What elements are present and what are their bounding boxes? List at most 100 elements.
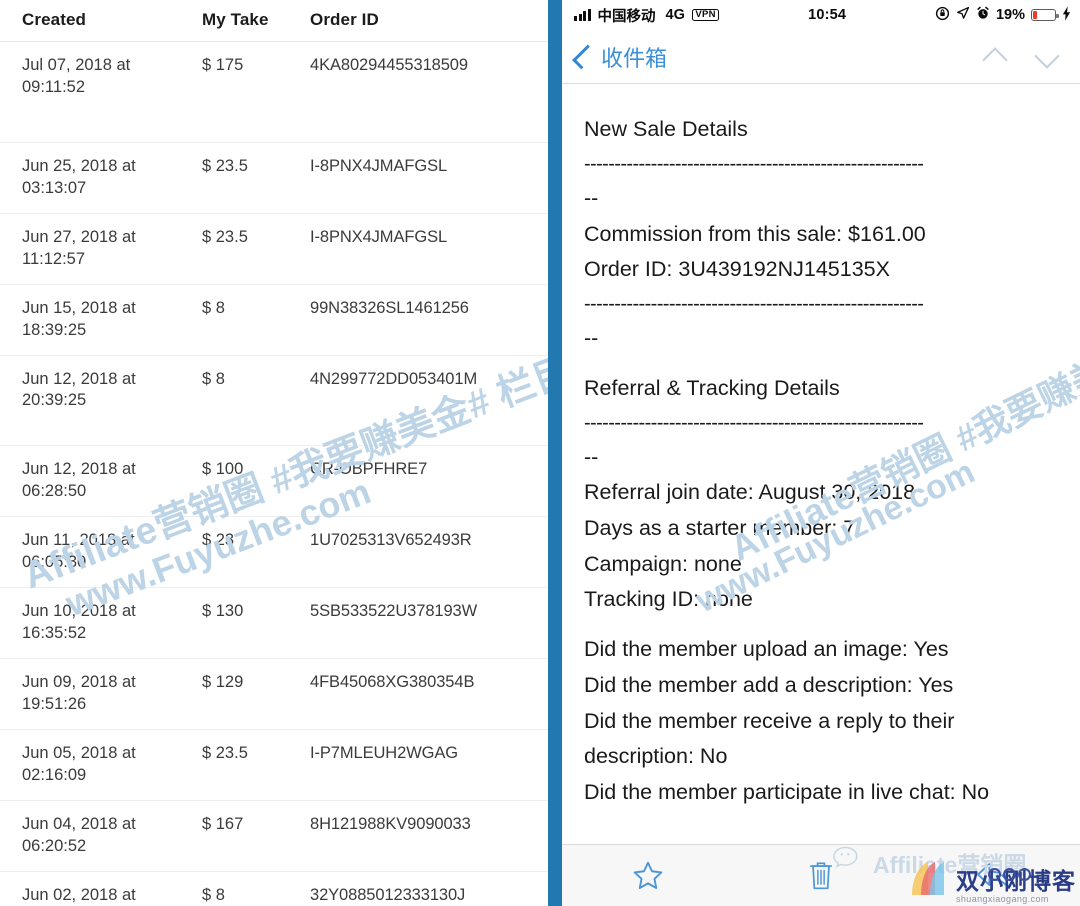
flag-button[interactable] <box>562 845 735 906</box>
mail-lines: New Sale Details ------------------------… <box>584 112 1058 811</box>
screenshot-root: Created My Take Order ID Jul 07, 2018 at… <box>0 0 1080 906</box>
mail-bottom-toolbar: Affiliate营销圈 双小刚博客 shuangxiaogang.com <box>562 844 1080 906</box>
created-time: 03:13:07 <box>22 178 87 197</box>
column-header-order-id[interactable]: Order ID <box>308 0 548 42</box>
created-date: Jun 27, 2018 at <box>22 227 136 246</box>
status-bar-right: 19% <box>935 5 1071 25</box>
table-row[interactable]: Jul 07, 2018 at 09:11:52 $ 175 4KA802944553… <box>0 41 548 143</box>
table-row[interactable]: Jun 25, 2018 at 03:13:07 $ 23.5 I-8PNX4JMAF… <box>0 142 548 214</box>
created-time: 11:12:57 <box>22 249 86 268</box>
cell-order-id: 5SB533522U378193W <box>308 587 548 659</box>
cell-order-id: 4FB45068XG380354B <box>308 658 548 730</box>
cell-order-id: 99N38326SL1461256 <box>308 284 548 356</box>
created-time: 16:35:52 <box>22 624 87 643</box>
table-row[interactable]: Jun 04, 2018 at 06:20:52 $ 167 8H121988KV90… <box>0 800 548 872</box>
chevron-down-icon[interactable] <box>1036 45 1060 69</box>
cell-my-take: $ 167 <box>198 800 308 872</box>
battery-percent-label: 19% <box>995 7 1025 23</box>
mail-nav-bar: 收件箱 <box>562 30 1080 84</box>
table-row[interactable]: Jun 11, 2018 at 06:05:30 $ 23 1U7025313V652… <box>0 516 548 589</box>
cell-order-id: I-8PNX4JMAFGSL <box>308 142 548 214</box>
table-row[interactable]: Jun 05, 2018 at 02:16:09 $ 23.5 I-P7MLEUH2W… <box>0 729 548 801</box>
cell-my-take: $ 175 <box>198 41 308 143</box>
cell-order-id: 4N299772DD053401M <box>308 355 548 447</box>
chevron-up-icon[interactable] <box>984 45 1008 69</box>
table-row[interactable]: Jun 27, 2018 at 11:12:57 $ 23.5 I-8PNX4JMAF… <box>0 213 548 285</box>
table-row[interactable]: Jun 12, 2018 at 20:39:25 $ 8 4N299772DD0534… <box>0 355 548 447</box>
cell-created: Jun 27, 2018 at 11:12:57 <box>0 213 198 285</box>
cell-my-take: $ 100 <box>198 445 308 518</box>
created-date: Jul 07, 2018 at <box>22 56 131 74</box>
column-header-my-take[interactable]: My Take <box>198 0 308 42</box>
cell-my-take: $ 8 <box>198 871 308 906</box>
network-type-label: 4G <box>665 7 685 23</box>
clock-label: 10:54 <box>808 7 847 23</box>
created-time: 02:16:09 <box>22 765 87 784</box>
location-arrow-icon <box>956 6 970 24</box>
alarm-clock-icon <box>976 6 990 24</box>
mail-text-line: New Sale Details <box>584 117 748 141</box>
mail-text-line: Commission from this sale: $161.00 <box>584 221 926 246</box>
cell-my-take: $ 23.5 <box>198 213 308 285</box>
created-date: Jun 11, 2018 at <box>22 531 135 550</box>
trash-icon <box>806 859 836 893</box>
table-row[interactable]: Jun 12, 2018 at 06:28:50 $ 100 CR-OBPFHRE7 <box>0 445 548 518</box>
table-row[interactable]: Jun 10, 2018 at 16:35:52 $ 130 5SB533522U37… <box>0 587 548 659</box>
cell-my-take: $ 23.5 <box>198 729 308 801</box>
created-date: Jun 15, 2018 at <box>22 298 136 317</box>
mail-text-line: Referral join date: August 30, 2018 <box>584 480 916 505</box>
cell-order-id: 1U7025313V652493R <box>308 516 548 589</box>
delete-button[interactable] <box>735 845 908 906</box>
created-date: Jun 09, 2018 at <box>22 673 136 691</box>
created-date: Jun 25, 2018 at <box>22 156 136 175</box>
mail-text-line: Did the member add a description: Yes <box>584 672 954 697</box>
cell-my-take: $ 23 <box>198 516 308 589</box>
created-date: Jun 12, 2018 at <box>22 460 136 479</box>
table-row[interactable]: Jun 15, 2018 at 18:39:25 $ 8 99N38326SL1461… <box>0 284 548 356</box>
mail-text-line: Did the member upload an image: Yes <box>584 637 949 662</box>
mail-message-body[interactable]: New Sale Details ------------------------… <box>562 84 1080 844</box>
cell-created: Jun 25, 2018 at 03:13:07 <box>0 142 198 214</box>
table-row[interactable]: Jun 02, 2018 at05:53:49$ 832Y08850123331… <box>0 871 548 906</box>
cell-order-id: I-8PNX4JMAFGSL <box>308 213 548 285</box>
carrier-label: 中国移动 <box>597 8 656 25</box>
back-to-inbox-button[interactable]: 收件箱 <box>572 41 668 73</box>
mail-text-line: Did the member participate in live chat:… <box>584 779 990 804</box>
cell-my-take: $ 8 <box>198 355 308 447</box>
mail-text-line: Days as a starter member: 7 <box>584 516 856 541</box>
column-header-created[interactable]: Created <box>0 0 198 42</box>
back-button-label: 收件箱 <box>601 45 668 71</box>
cell-created: Jun 10, 2018 at 16:35:52 <box>0 587 198 659</box>
earnings-table-panel: Created My Take Order ID Jul 07, 2018 at… <box>0 0 548 906</box>
cell-created: Jun 04, 2018 at 06:20:52 <box>0 800 198 872</box>
cell-created: Jul 07, 2018 at 09:11:52 <box>0 41 198 143</box>
rotation-lock-icon <box>935 6 950 25</box>
chevron-left-icon <box>572 44 597 69</box>
created-date: Jun 12, 2018 at <box>22 369 136 388</box>
cell-created: Jun 11, 2018 at 06:05:30 <box>0 516 198 589</box>
status-bar: 中国移动 4G VPN 10:54 19% <box>562 0 1080 30</box>
mail-blank-line <box>584 618 1058 632</box>
cell-order-id: I-P7MLEUH2WGAG <box>308 729 548 801</box>
table-row[interactable]: Jun 09, 2018 at 19:51:26 $ 129 4FB45068XG38… <box>0 658 548 730</box>
earnings-table: Created My Take Order ID Jul 07, 2018 at… <box>0 0 548 906</box>
created-time: 19:51:26 <box>22 694 87 713</box>
mail-divider-line: ----------------------------------------… <box>584 152 924 175</box>
mail-text-line: -- <box>584 185 599 210</box>
cell-created: Jun 02, 2018 at05:53:49 <box>0 871 198 906</box>
mail-divider-line: ----------------------------------------… <box>584 411 924 434</box>
panel-divider <box>548 0 562 906</box>
cell-my-take: $ 130 <box>198 587 308 659</box>
cell-order-id: 4KA80294455318509 <box>308 41 548 143</box>
cell-my-take: $ 23.5 <box>198 142 308 214</box>
battery-icon <box>1031 9 1059 21</box>
charging-bolt-icon <box>1062 5 1071 25</box>
created-time: 20:39:25 <box>22 391 87 410</box>
ios-mail-panel: 中国移动 4G VPN 10:54 19% 收件箱 New Sale Detai… <box>562 0 1080 906</box>
mail-text-line: Did the member receive a reply to their … <box>584 708 955 769</box>
mail-text-line: Tracking ID: none <box>584 587 753 612</box>
star-icon <box>631 859 665 893</box>
mail-text-line: Order ID: 3U439192NJ145135X <box>584 257 890 282</box>
brand-beads-decoration <box>988 868 1031 881</box>
mail-blank-line <box>584 357 1058 371</box>
